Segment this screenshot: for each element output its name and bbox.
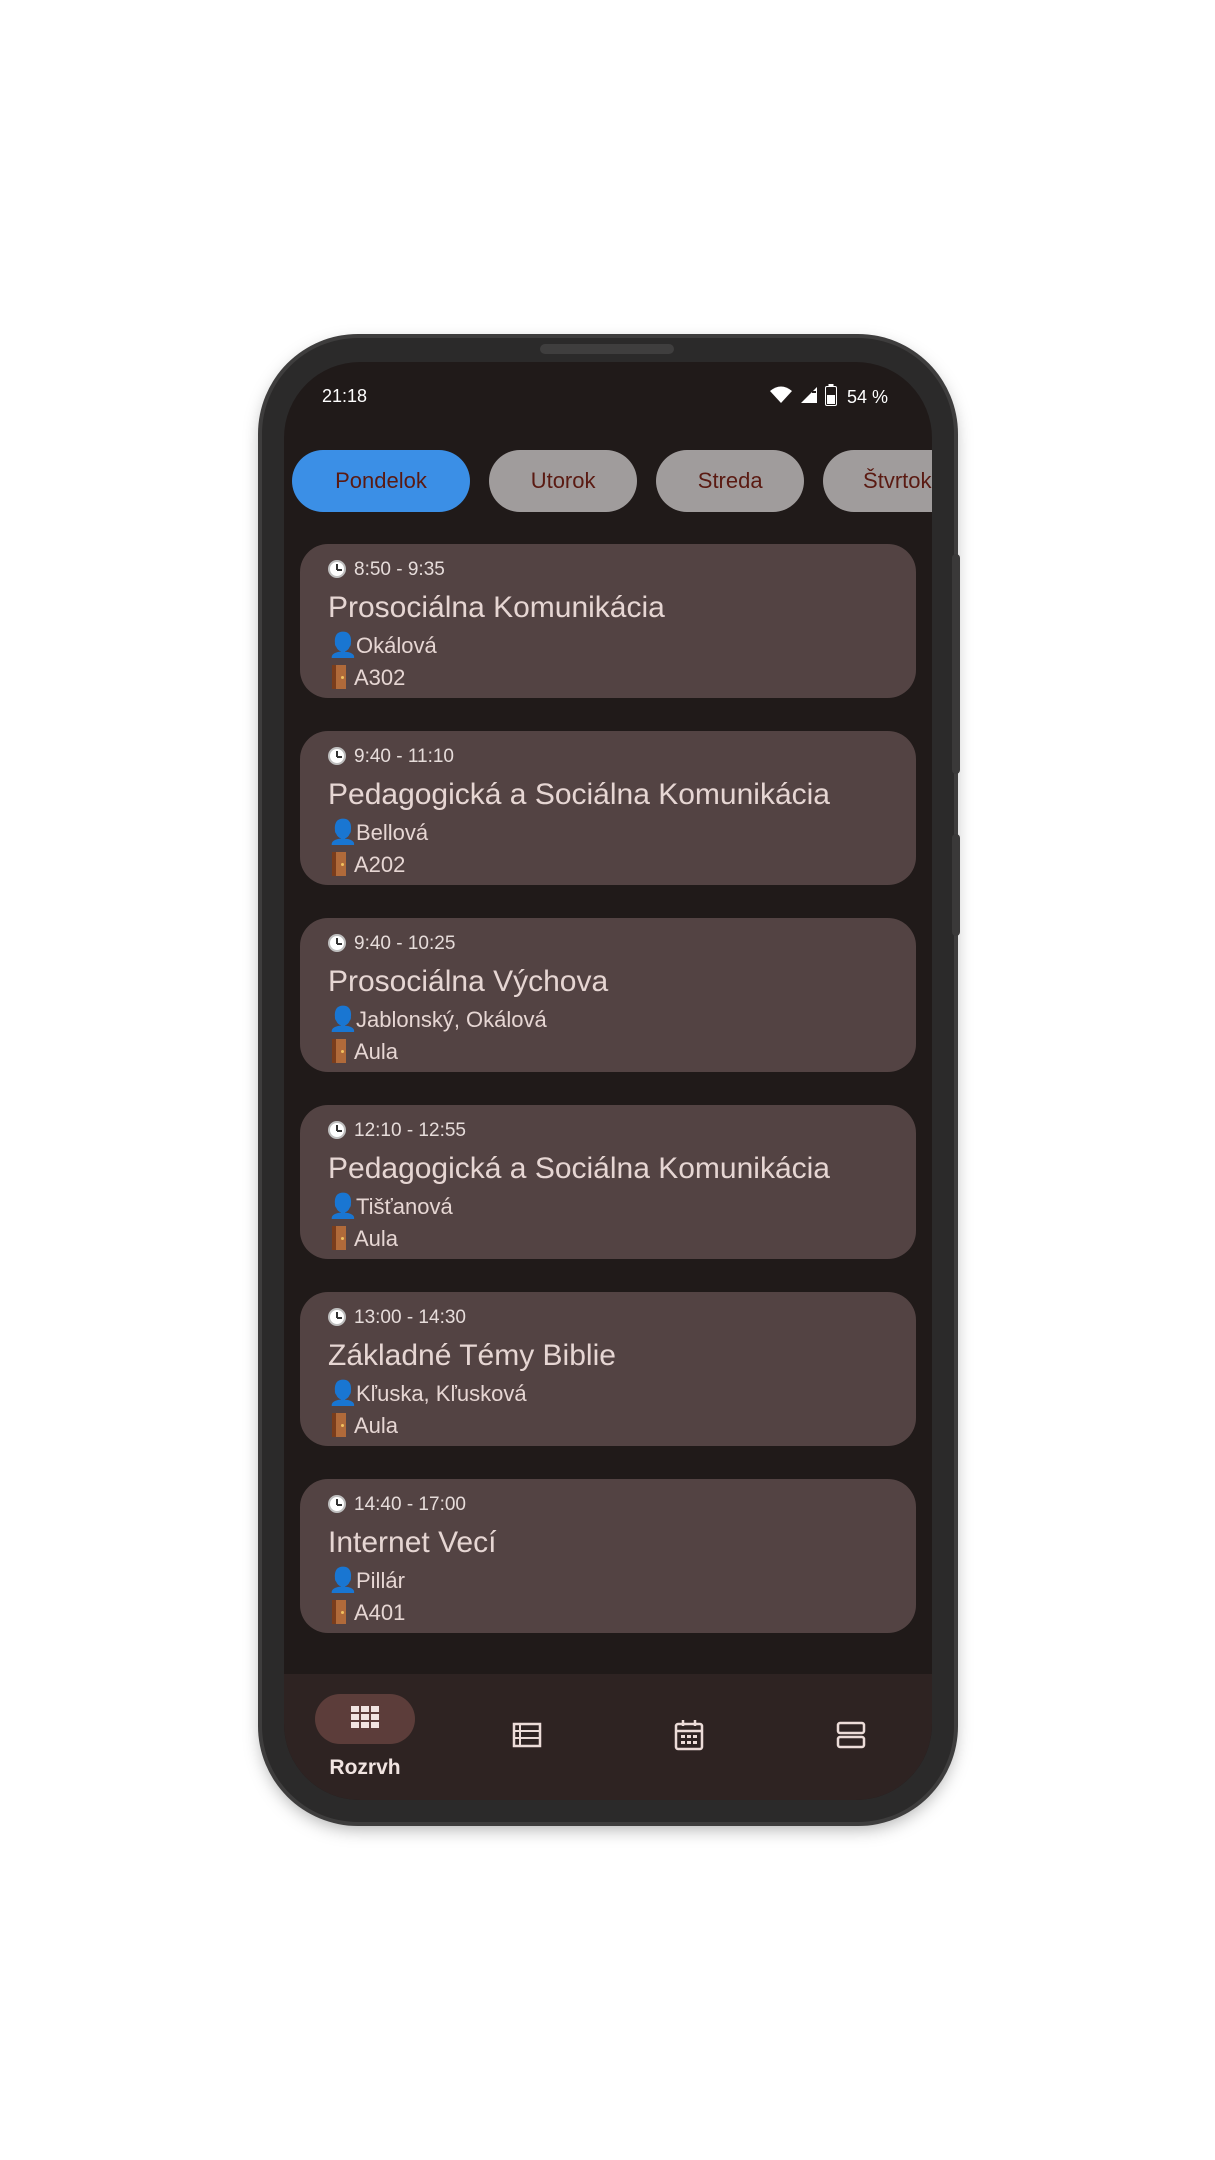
lesson-time: 12:10 - 12:55	[354, 1120, 466, 1141]
door-icon	[332, 1226, 346, 1250]
lesson-teacher: Tišťanová	[356, 1194, 453, 1219]
lesson-teacher: Kľuska, Kľusková	[356, 1381, 527, 1406]
lesson-title: Prosociálna Výchova	[328, 965, 609, 998]
lesson-title: Internet Vecí	[328, 1526, 497, 1559]
person-icon: 👤	[328, 1006, 358, 1033]
person-icon: 👤	[328, 1380, 358, 1407]
door-icon	[332, 1600, 346, 1624]
lesson-time: 9:40 - 10:25	[354, 933, 456, 954]
status-bar: 21:18 54 %	[284, 362, 932, 432]
clock-icon	[328, 560, 346, 578]
lesson-room: Aula	[354, 1413, 399, 1438]
lesson-room: A401	[354, 1600, 406, 1625]
lesson-card[interactable]: 8:50 - 9:35 Prosociálna Komunikácia 👤Oká…	[300, 544, 916, 698]
bottom-navigation: Rozrvh	[284, 1674, 932, 1800]
lesson-list: 8:50 - 9:35 Prosociálna Komunikácia 👤Oká…	[300, 544, 916, 1666]
lesson-teacher: Jablonský, Okálová	[356, 1007, 547, 1032]
lesson-room: Aula	[354, 1039, 399, 1064]
person-icon: 👤	[328, 1567, 358, 1594]
lesson-title: Pedagogická a Sociálna Komunikácia	[328, 778, 830, 811]
lesson-card[interactable]: 12:10 - 12:55 Pedagogická a Sociálna Kom…	[300, 1105, 916, 1259]
lesson-teacher: Pillár	[356, 1568, 405, 1593]
lesson-card[interactable]: 9:40 - 11:10 Pedagogická a Sociálna Komu…	[300, 731, 916, 885]
list-icon	[512, 1722, 542, 1752]
lesson-teacher: Bellová	[356, 820, 429, 845]
lesson-title: Prosociálna Komunikácia	[328, 591, 665, 624]
tab-utorok[interactable]: Utorok	[489, 450, 638, 512]
lesson-card[interactable]: 14:40 - 17:00 Internet Vecí 👤Pillár A401	[300, 1479, 916, 1633]
clock-icon	[328, 1308, 346, 1326]
volume-button	[952, 554, 960, 774]
battery-icon	[824, 384, 837, 410]
screen: 21:18 54 % Pondelok Utorok Streda Štvrto…	[284, 362, 932, 1800]
door-icon	[332, 852, 346, 876]
nav-item-rozvrh[interactable]: Rozrvh	[284, 1694, 446, 1794]
nav-item-list[interactable]	[446, 1712, 608, 1800]
clock-icon	[328, 747, 346, 765]
door-icon	[332, 1039, 346, 1063]
person-icon: 👤	[328, 819, 358, 846]
day-tabs: Pondelok Utorok Streda Štvrtok	[292, 450, 932, 514]
power-button	[952, 834, 960, 936]
clock-icon	[328, 934, 346, 952]
nav-item-layout[interactable]	[770, 1712, 932, 1800]
phone-frame: 21:18 54 % Pondelok Utorok Streda Štvrto…	[262, 338, 960, 1822]
tab-stvrtok[interactable]: Štvrtok	[823, 450, 932, 512]
status-icons: 54 %	[769, 382, 888, 412]
lesson-time: 13:00 - 14:30	[354, 1307, 466, 1328]
nav-item-calendar[interactable]	[608, 1712, 770, 1800]
person-icon: 👤	[328, 632, 358, 659]
lesson-time: 14:40 - 17:00	[354, 1494, 466, 1515]
lesson-card[interactable]: 9:40 - 10:25 Prosociálna Výchova 👤Jablon…	[300, 918, 916, 1072]
nav-label: Rozrvh	[329, 1756, 401, 1779]
grid-icon	[350, 1705, 380, 1733]
lesson-card[interactable]: 13:00 - 14:30 Základné Témy Biblie 👤Kľus…	[300, 1292, 916, 1446]
clock-icon	[328, 1121, 346, 1139]
lesson-time: 8:50 - 9:35	[354, 559, 445, 580]
tab-streda[interactable]: Streda	[656, 450, 805, 512]
lesson-room: A202	[354, 852, 406, 877]
signal-icon	[799, 385, 819, 409]
lesson-title: Pedagogická a Sociálna Komunikácia	[328, 1152, 830, 1185]
speaker-notch	[540, 344, 674, 354]
tab-pondelok[interactable]: Pondelok	[292, 450, 470, 512]
battery-percent: 54 %	[846, 386, 888, 407]
door-icon	[332, 665, 346, 689]
person-icon: 👤	[328, 1193, 358, 1220]
layout-icon	[836, 1721, 866, 1753]
lesson-teacher: Okálová	[356, 633, 437, 658]
door-icon	[332, 1413, 346, 1437]
wifi-icon	[769, 385, 793, 409]
status-time: 21:18	[322, 386, 368, 406]
clock-icon	[328, 1495, 346, 1513]
lesson-room: A302	[354, 665, 406, 690]
lesson-title: Základné Témy Biblie	[328, 1339, 616, 1372]
lesson-room: Aula	[354, 1226, 399, 1251]
calendar-icon	[674, 1719, 704, 1755]
lesson-time: 9:40 - 11:10	[354, 746, 455, 767]
